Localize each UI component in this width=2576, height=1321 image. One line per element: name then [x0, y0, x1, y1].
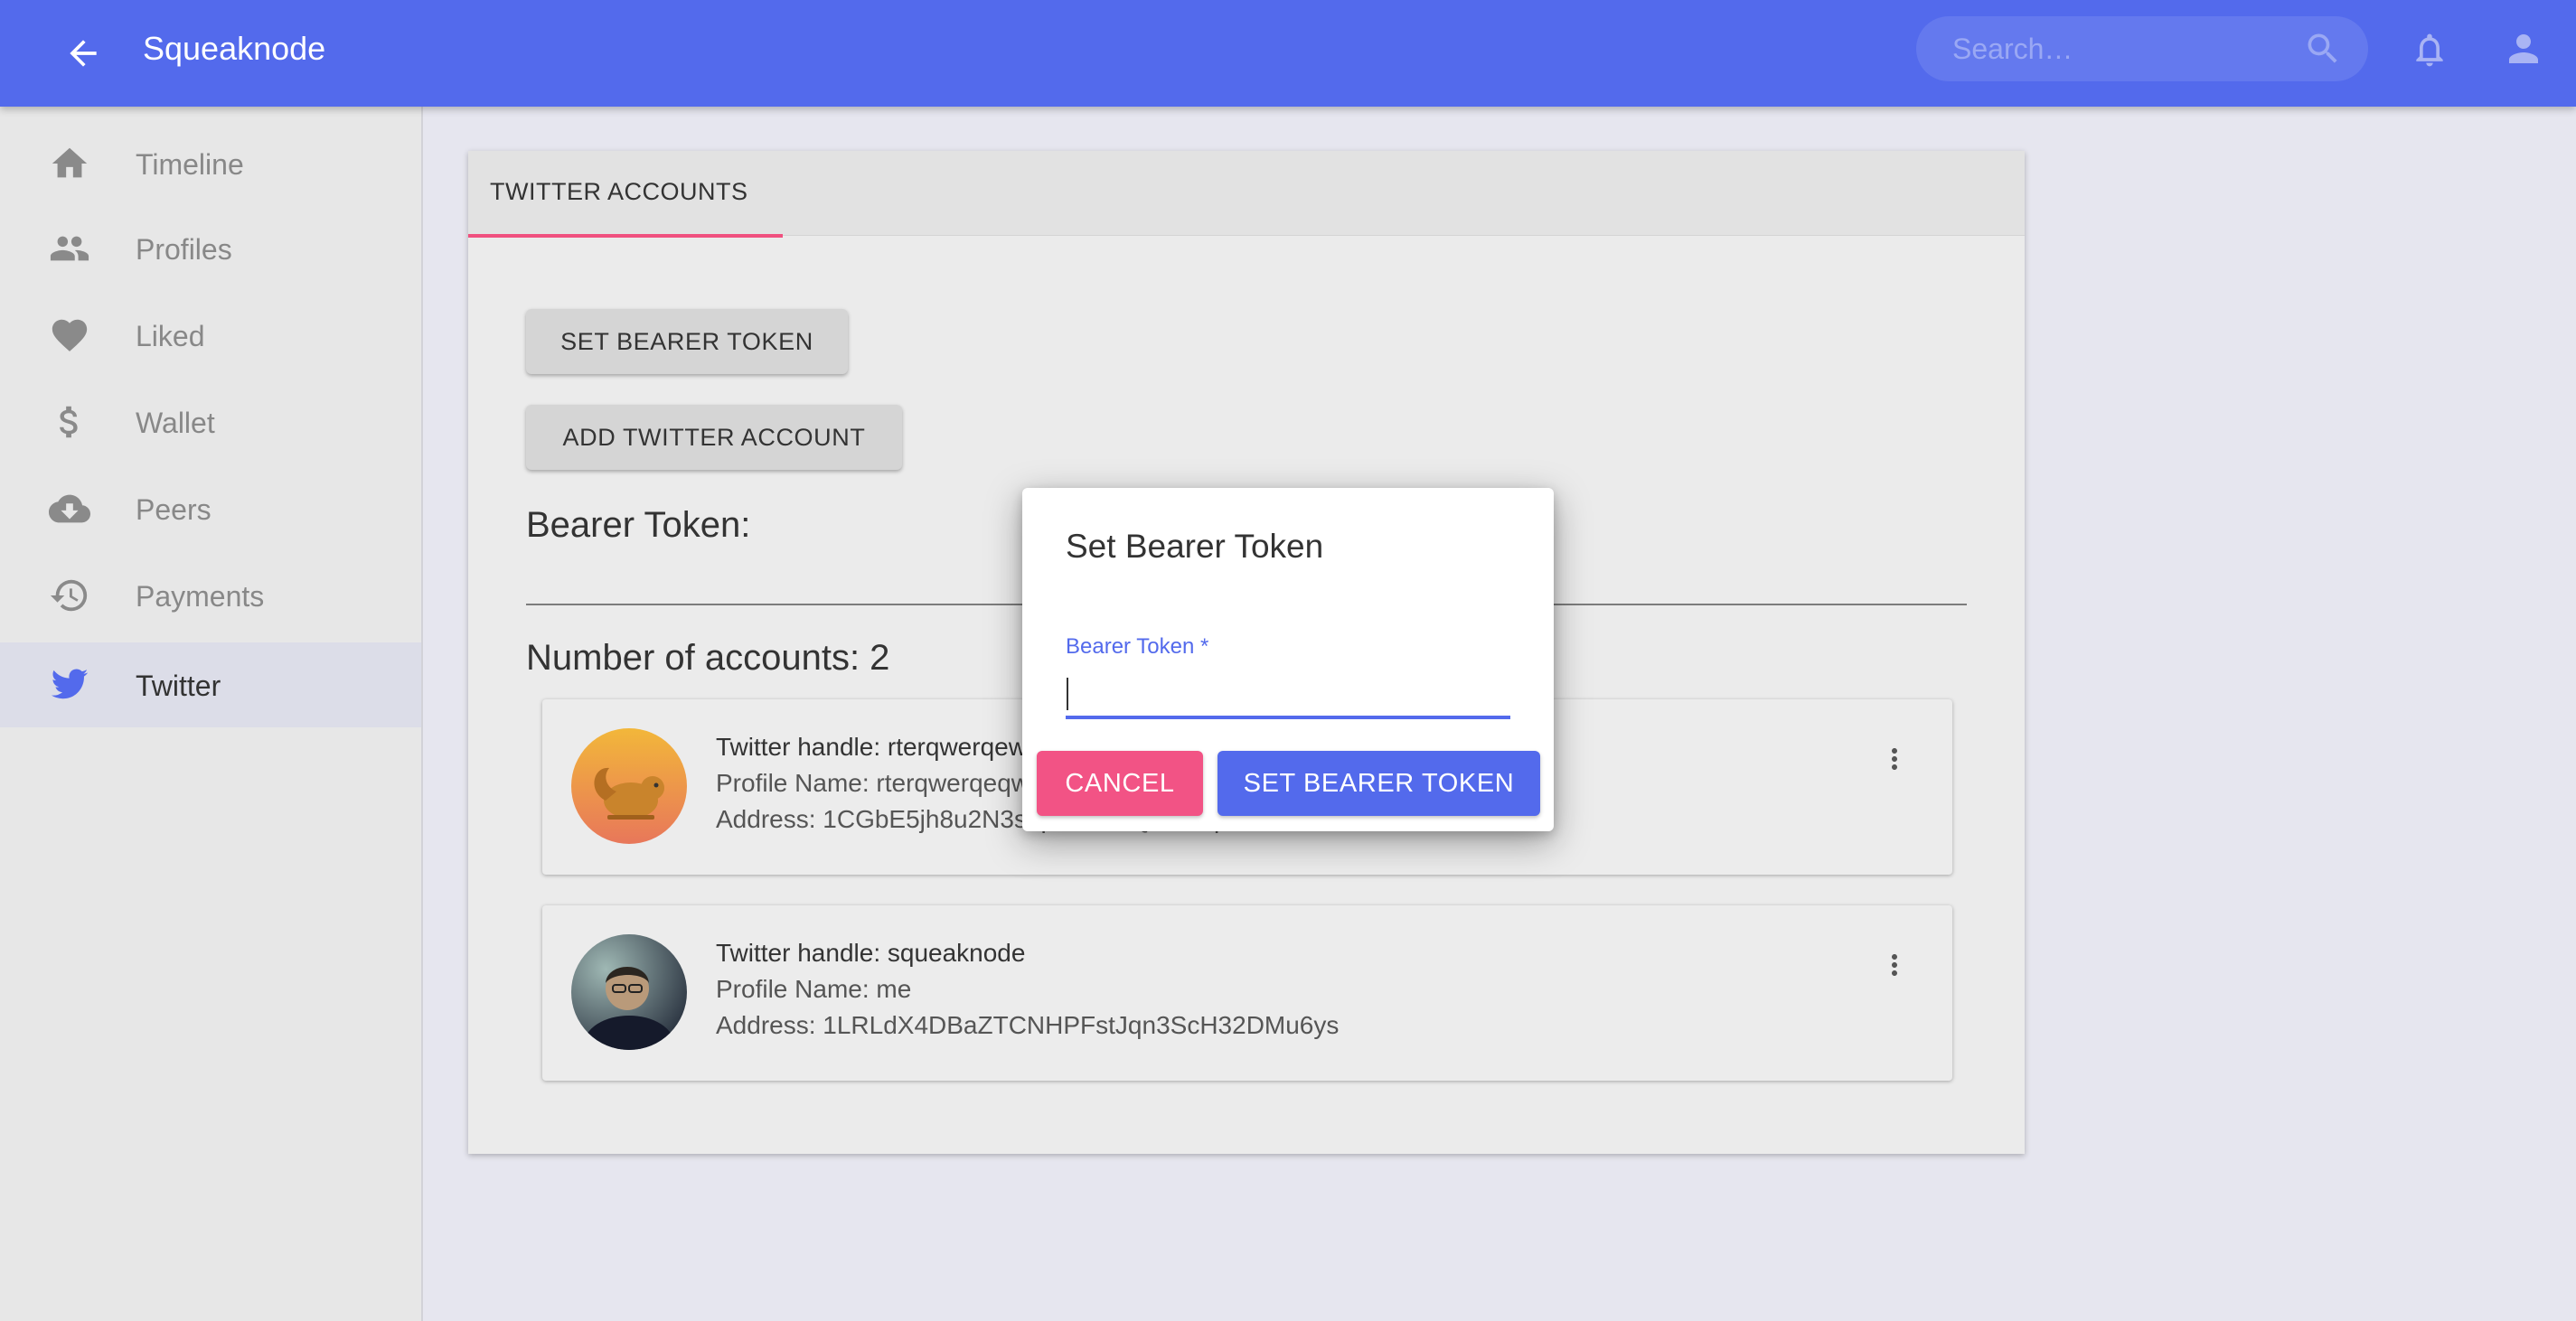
set-bearer-token-button[interactable]: SET BEARER TOKEN	[526, 309, 848, 374]
text-caret	[1067, 678, 1068, 710]
twitter-handle: Twitter handle: squeaknode	[716, 939, 1026, 967]
sidebar-item-twitter[interactable]: Twitter	[0, 642, 421, 727]
cloud-download-icon	[49, 488, 90, 529]
people-icon	[49, 228, 90, 269]
more-vert-icon[interactable]	[1878, 945, 1911, 985]
home-icon	[49, 143, 90, 184]
tab-bar: TWITTER ACCOUNTS	[468, 151, 2025, 238]
history-icon	[49, 575, 90, 616]
search-icon[interactable]	[2303, 29, 2343, 69]
submit-bearer-token-button[interactable]: SET BEARER TOKEN	[1217, 751, 1540, 816]
tab-twitter-accounts[interactable]: TWITTER ACCOUNTS	[468, 151, 783, 238]
set-bearer-token-dialog: Set Bearer Token Bearer Token * CANCEL S…	[1022, 488, 1554, 831]
accounts-count: Number of accounts: 2	[526, 638, 890, 678]
sidebar-item-wallet[interactable]: Wallet	[0, 379, 421, 464]
sidebar-item-label: Twitter	[136, 670, 221, 702]
twitter-icon	[49, 664, 90, 706]
heart-icon	[49, 314, 90, 356]
sidebar-item-timeline[interactable]: Timeline	[0, 121, 421, 206]
bearer-token-field[interactable]	[1066, 665, 1510, 719]
sidebar: Timeline Profiles Liked Wallet Peers Pay…	[0, 107, 423, 1321]
sidebar-item-label: Wallet	[136, 407, 215, 439]
sidebar-item-payments[interactable]: Payments	[0, 553, 421, 638]
notifications-bell-icon[interactable]	[2410, 27, 2449, 72]
search-input[interactable]	[1952, 16, 2287, 81]
app-bar: Squeaknode	[0, 0, 2576, 107]
profile-name: Profile Name: rterqwerqeqwer	[716, 769, 1052, 797]
sidebar-item-peers[interactable]: Peers	[0, 466, 421, 551]
sidebar-item-label: Liked	[136, 320, 205, 352]
tab-indicator	[468, 234, 783, 238]
address: Address: 1LRLdX4DBaZTCNHPFstJqn3ScH32DMu…	[716, 1011, 1340, 1039]
account-user-icon[interactable]	[2502, 27, 2545, 70]
squirrel-avatar	[571, 728, 687, 844]
add-twitter-account-button[interactable]: ADD TWITTER ACCOUNT	[526, 405, 902, 470]
bearer-token-input[interactable]	[1066, 665, 1510, 716]
sidebar-item-label: Profiles	[136, 233, 232, 266]
more-vert-icon[interactable]	[1878, 739, 1911, 779]
bearer-token-label: Bearer Token:	[526, 505, 751, 545]
search-box[interactable]	[1916, 16, 2368, 81]
sidebar-item-label: Timeline	[136, 148, 244, 181]
dialog-title: Set Bearer Token	[1066, 528, 1324, 565]
cancel-button[interactable]: CANCEL	[1037, 751, 1203, 816]
tab-label: TWITTER ACCOUNTS	[490, 178, 748, 205]
app-title: Squeaknode	[143, 30, 326, 67]
sidebar-item-liked[interactable]: Liked	[0, 293, 421, 378]
dollar-icon	[49, 401, 90, 443]
sidebar-item-label: Peers	[136, 493, 212, 526]
back-arrow-icon[interactable]	[54, 24, 112, 82]
person-avatar	[571, 934, 687, 1050]
bearer-token-field-label: Bearer Token *	[1066, 634, 1209, 659]
sidebar-item-label: Payments	[136, 580, 265, 613]
account-card: Twitter handle: squeaknode Profile Name:…	[542, 905, 1952, 1081]
sidebar-item-profiles[interactable]: Profiles	[0, 206, 421, 291]
profile-name: Profile Name: me	[716, 975, 912, 1003]
